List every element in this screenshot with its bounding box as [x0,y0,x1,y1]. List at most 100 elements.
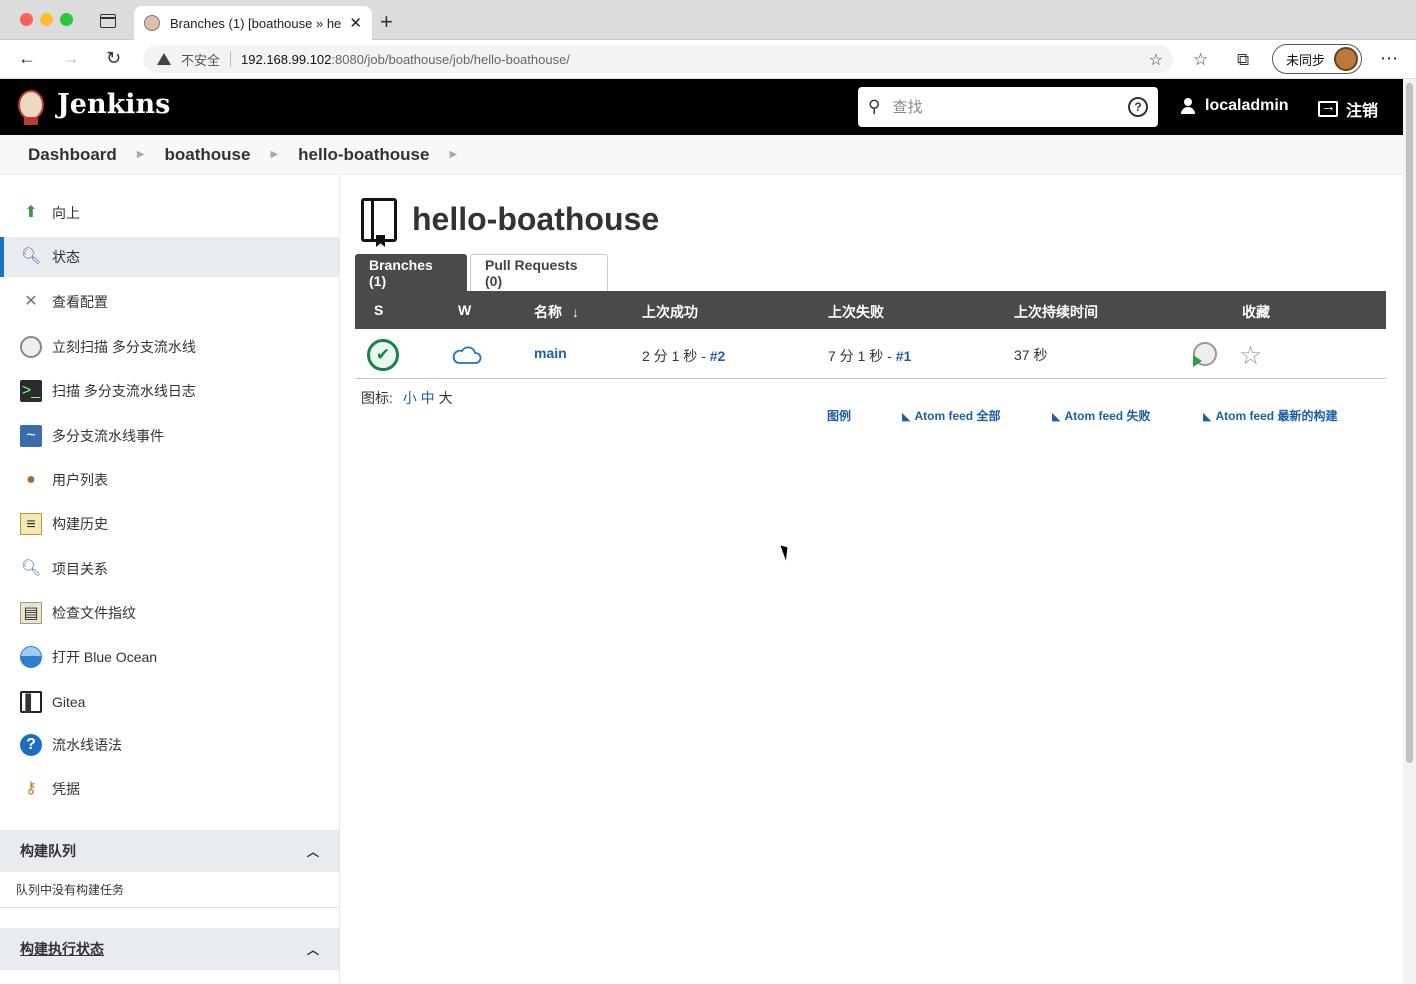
profile-button[interactable]: 未同步 [1272,44,1362,74]
sidebar-item-label: 项目关系 [52,561,108,577]
executor-status-header[interactable]: 构建执行状态 ︿ [0,928,339,970]
user-name: localadmin [1205,97,1289,114]
new-tab-icon[interactable]: + [380,9,393,35]
sidebar-item-blue-ocean[interactable]: 打开 Blue Ocean [0,637,339,677]
profile-label: 未同步 [1286,52,1326,68]
jenkins-logo-icon[interactable] [16,86,46,126]
tab-branches[interactable]: Branches (1) [355,254,467,291]
atom-feed-latest[interactable]: ◣ Atom feed 最新的构建 [1203,407,1337,424]
help-icon: ? [20,734,42,756]
app-title[interactable]: Jenkins [57,89,170,120]
sidebar-item-label: 构建历史 [52,516,108,532]
close-tab-icon[interactable]: ✕ [349,14,362,32]
minimize-window-button[interactable] [40,13,53,26]
breadcrumb-dashboard[interactable]: Dashboard [28,145,117,165]
maximize-window-button[interactable] [60,13,73,26]
page-scrollbar[interactable] [1403,79,1416,984]
breadcrumb-hello-boathouse[interactable]: hello-boathouse [298,145,429,165]
chevron-right-icon[interactable]: ▶ [449,149,457,160]
sidebar-item-label: 用户列表 [52,472,108,488]
tab-pull-requests[interactable]: Pull Requests (0) [470,254,608,291]
terminal-icon: >_ [20,380,42,402]
search-icon: ⚲ [868,97,881,116]
url-path: :8080/job/boathouse/job/hello-boathouse/ [331,51,570,67]
search-input[interactable] [892,98,1128,116]
user-icon [1180,98,1196,114]
column-name[interactable]: 名称 ↓ [534,302,579,322]
chevron-right-icon[interactable]: ▶ [137,149,145,160]
sidebar-item-view-config[interactable]: ✕ 查看配置 [0,282,339,322]
breadcrumb-boathouse[interactable]: boathouse [165,145,251,165]
book-icon: ▌ [20,691,42,713]
chevron-right-icon[interactable]: ▶ [270,149,278,160]
url-divider [230,51,232,67]
sidebar-item-users[interactable]: ● 用户列表 [0,460,339,500]
sidebar-item-build-history[interactable]: ≡ 构建历史 [0,504,339,544]
sidebar-item-fingerprint[interactable]: ▤ 检查文件指纹 [0,593,339,633]
sidebar-item-gitea[interactable]: ▌ Gitea [0,682,339,722]
close-window-button[interactable] [20,13,33,26]
back-icon[interactable]: ← [18,48,36,69]
fingerprint-icon: ▤ [20,602,42,624]
column-status[interactable]: S [374,302,383,318]
column-name-label: 名称 [534,304,562,320]
blue-ocean-icon [20,646,42,668]
icon-size-label: 图标: [361,390,393,406]
search-help-icon[interactable]: ? [1128,97,1148,117]
legend-link[interactable]: 图例 [827,407,851,424]
up-arrow-icon: ⬆ [24,204,38,221]
sidebar: ⬆ 向上 🔍︎ 状态 ✕ 查看配置 立刻扫描 多分支流水线 >_ 扫描 多分支流… [0,175,340,984]
rss-icon: ◣ [902,411,911,423]
sidebar-item-label: 立刻扫描 多分支流水线 [52,339,196,355]
clock-icon [20,336,42,358]
sidebar-item-label: 检查文件指纹 [52,605,136,621]
last-success-build-link[interactable]: #2 [710,348,726,364]
sidebar-item-pipeline-syntax[interactable]: ? 流水线语法 [0,725,339,765]
sidebar-item-scan-now[interactable]: 立刻扫描 多分支流水线 [0,327,339,367]
sidebar-item-status[interactable]: 🔍︎ 状态 [0,237,339,277]
tab-actions-icon[interactable] [100,14,116,28]
build-queue-empty-text: 队列中没有构建任务 [16,883,125,897]
last-failure-build-link[interactable]: #1 [896,348,912,364]
atom-feed-all[interactable]: ◣ Atom feed 全部 [902,407,1000,424]
favorites-icon[interactable]: ☆ [1193,50,1208,70]
forward-icon[interactable]: → [62,48,80,69]
browser-tab[interactable]: Branches (1) [boathouse » hell ✕ [134,6,372,40]
executor-status-title[interactable]: 构建执行状态 [20,939,104,959]
logout-link[interactable]: 注销 [1318,97,1378,121]
branch-link-main[interactable]: main [534,345,567,361]
user-link[interactable]: localadmin [1180,97,1289,115]
browser-tab-title: Branches (1) [boathouse » hell [170,15,342,31]
url-field[interactable]: 不安全 192.168.99.102:8080/job/boathouse/jo… [143,45,1173,73]
column-weather[interactable]: W [458,302,471,318]
sidebar-item-label: 打开 Blue Ocean [52,649,158,665]
search-icon: 🔍︎ [20,248,42,265]
collections-icon[interactable]: ⧉ [1237,50,1249,70]
add-favorite-icon[interactable]: ☆ [1149,50,1163,70]
more-options-icon[interactable]: ⋯ [1380,48,1398,69]
icon-size-small[interactable]: 小 [403,390,417,406]
sidebar-item-up[interactable]: ⬆ 向上 [0,193,339,233]
icon-size-medium[interactable]: 中 [421,390,435,406]
sidebar-item-scan-log[interactable]: >_ 扫描 多分支流水线日志 [0,371,339,411]
column-last-success[interactable]: 上次成功 [642,302,698,322]
sidebar-item-credentials[interactable]: ⚷ 凭据 [0,769,339,809]
atom-feed-failed[interactable]: ◣ Atom feed 失败 [1052,407,1150,424]
chevron-up-icon[interactable]: ︿ [307,941,319,958]
column-last-failure[interactable]: 上次失败 [828,302,884,322]
icon-size-selector: 图标: 小 中 大 [361,388,453,408]
chevron-up-icon[interactable]: ︿ [307,843,319,860]
sidebar-item-label: 状态 [52,249,80,265]
sidebar-item-events[interactable]: ~ 多分支流水线事件 [0,416,339,456]
build-queue-header[interactable]: 构建队列 ︿ [0,830,339,872]
scrollbar-thumb[interactable] [1406,83,1413,763]
main-content: hello-boathouse Branches (1) Pull Reques… [340,175,1403,984]
reload-icon[interactable]: ↻ [106,48,121,69]
column-last-duration[interactable]: 上次持续时间 [1014,302,1098,322]
schedule-build-icon[interactable] [1193,342,1217,367]
atom-feed-latest-label: Atom feed 最新的构建 [1215,409,1338,423]
search-icon: 🔍︎ [20,560,42,577]
favorite-star-icon[interactable]: ☆ [1239,340,1262,371]
column-favorite[interactable]: 收藏 [1242,302,1270,322]
sidebar-item-project-relationship[interactable]: 🔍︎ 项目关系 [0,549,339,589]
